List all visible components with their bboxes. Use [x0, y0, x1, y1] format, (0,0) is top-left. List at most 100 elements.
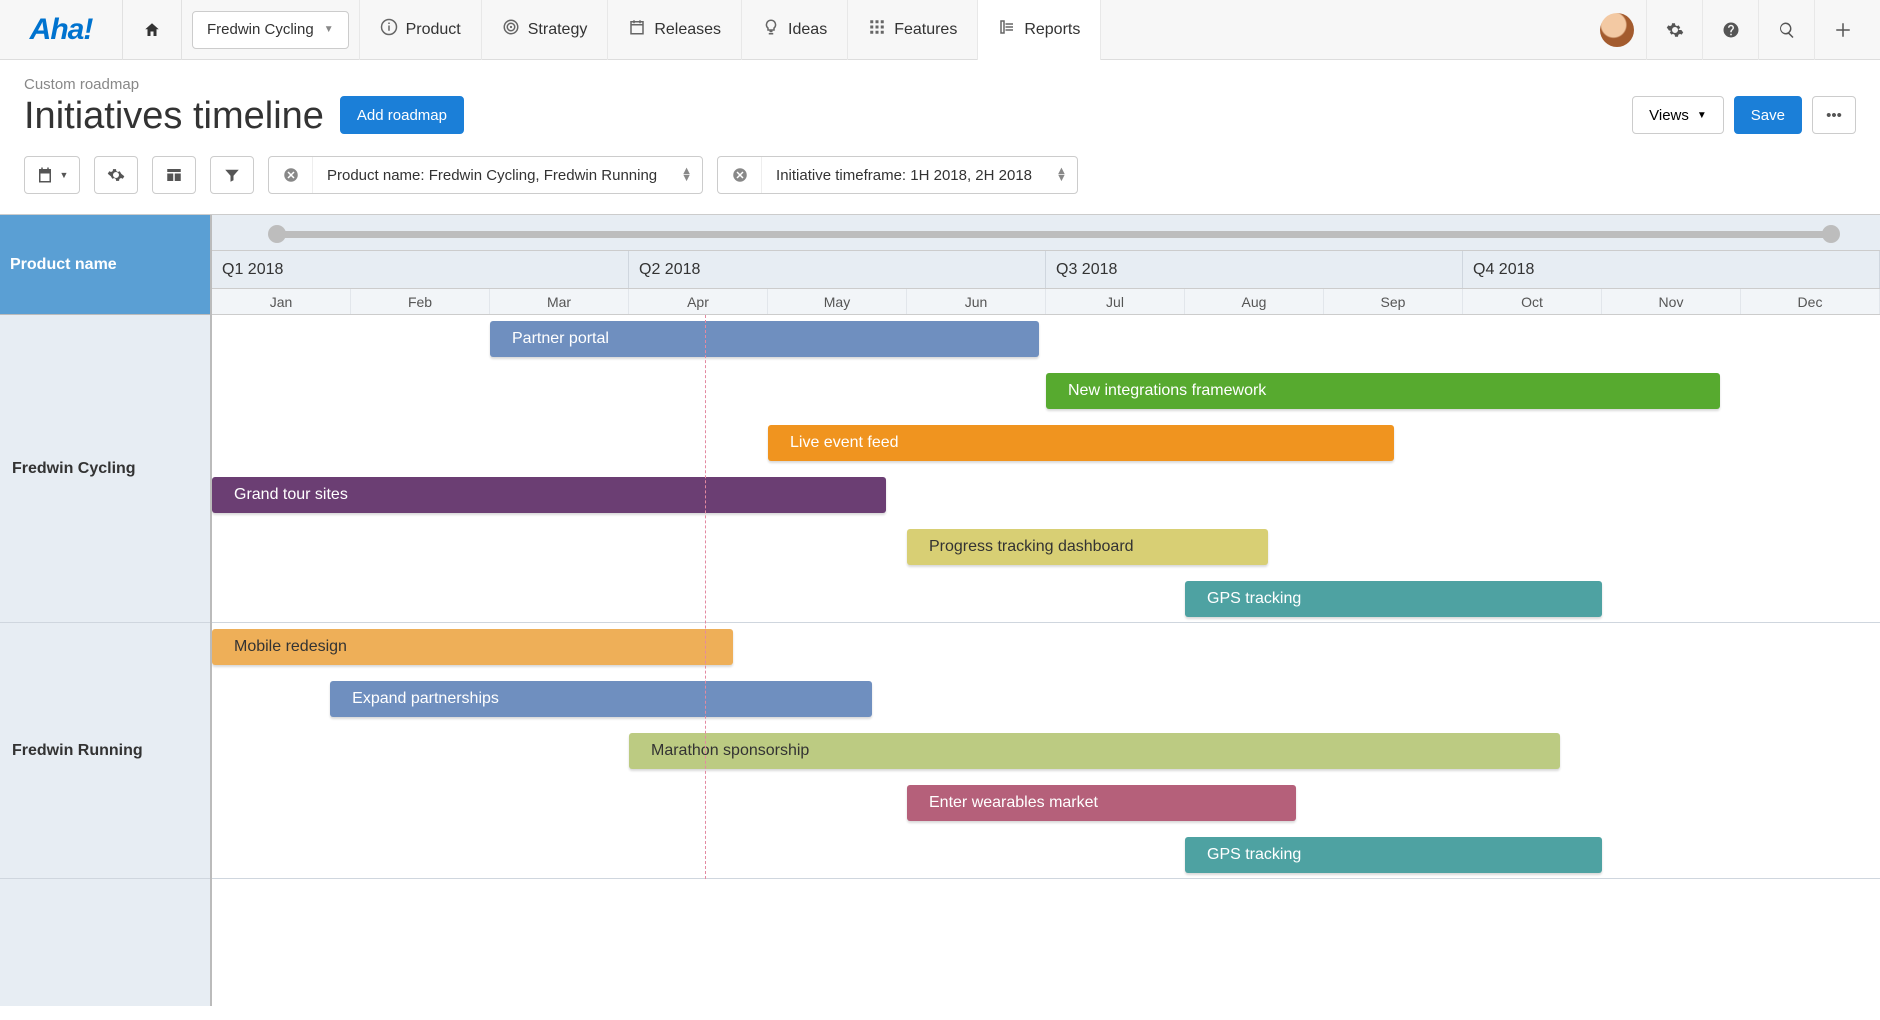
quarter-cell: Q3 2018: [1046, 251, 1463, 288]
slider-track-line: [272, 231, 1836, 238]
month-cell: Oct: [1463, 289, 1602, 314]
filter-timeframe-label: Initiative timeframe: 1H 2018, 2H 2018: [762, 167, 1046, 184]
right-nav: [1588, 0, 1880, 60]
filter-timeframe[interactable]: Initiative timeframe: 1H 2018, 2H 2018 ▲…: [717, 156, 1078, 194]
month-cell: Jan: [212, 289, 351, 314]
search-button[interactable]: [1758, 0, 1814, 60]
gantt-lane: Partner portalNew integrations framework…: [212, 315, 1880, 623]
gantt-bar[interactable]: Enter wearables market: [907, 785, 1296, 821]
month-cell: Dec: [1741, 289, 1880, 314]
product-selector[interactable]: Fredwin Cycling ▼: [192, 11, 349, 49]
timeline-left-column: Product name Fredwin CyclingFredwin Runn…: [0, 215, 212, 1006]
gantt-bar[interactable]: Grand tour sites: [212, 477, 886, 513]
views-button-label: Views: [1649, 107, 1689, 124]
close-circle-icon: [282, 166, 300, 184]
gantt-bar[interactable]: Mobile redesign: [212, 629, 733, 665]
ellipsis-icon: •••: [1826, 107, 1842, 124]
sort-arrows-icon: ▲▼: [1046, 168, 1077, 182]
toolbar: ▼ Product name: Fredwin Cycling, Fredwin…: [0, 152, 1880, 214]
timeline-left-header: Product name: [0, 215, 210, 315]
gantt-bar[interactable]: Live event feed: [768, 425, 1394, 461]
gantt-bar[interactable]: Expand partnerships: [330, 681, 872, 717]
month-cell: Mar: [490, 289, 629, 314]
gear-icon: [107, 166, 125, 184]
gantt-bar[interactable]: New integrations framework: [1046, 373, 1720, 409]
nav-label: Strategy: [528, 21, 588, 39]
nav-releases[interactable]: Releases: [607, 0, 741, 60]
nav-label: Releases: [654, 21, 721, 39]
filter-button[interactable]: [210, 156, 254, 194]
calendar-icon: [628, 18, 646, 41]
today-line: [705, 315, 706, 879]
filter-product[interactable]: Product name: Fredwin Cycling, Fredwin R…: [268, 156, 703, 194]
gantt-bar[interactable]: Marathon sponsorship: [629, 733, 1560, 769]
caret-down-icon: ▼: [1697, 110, 1707, 121]
report-icon: [998, 18, 1016, 41]
settings-button[interactable]: [1646, 0, 1702, 60]
nav-label: Reports: [1024, 21, 1080, 39]
month-cell: Jun: [907, 289, 1046, 314]
help-button[interactable]: [1702, 0, 1758, 60]
clear-filter-product[interactable]: [269, 157, 313, 193]
search-icon: [1778, 21, 1796, 39]
configure-button[interactable]: [94, 156, 138, 194]
product-row-label[interactable]: Fredwin Running: [0, 623, 210, 879]
quarter-cell: Q2 2018: [629, 251, 1046, 288]
nav-ideas[interactable]: Ideas: [741, 0, 847, 60]
product-row-label[interactable]: Fredwin Cycling: [0, 315, 210, 623]
page-header: Custom roadmap Initiatives timeline Add …: [0, 60, 1880, 152]
month-cell: May: [768, 289, 907, 314]
month-cell: Sep: [1324, 289, 1463, 314]
top-nav: Aha! Fredwin Cycling ▼ Product Strategy Re…: [0, 0, 1880, 60]
month-cell: Feb: [351, 289, 490, 314]
help-icon: [1722, 21, 1740, 39]
month-row: JanFebMarAprMayJunJulAugSepOctNovDec: [212, 289, 1880, 315]
caret-down-icon: ▼: [324, 24, 334, 35]
date-range-button[interactable]: ▼: [24, 156, 80, 194]
slider-handle-left[interactable]: [268, 225, 286, 243]
nav-label: Ideas: [788, 21, 827, 39]
home-icon: [143, 21, 161, 39]
layout-button[interactable]: [152, 156, 196, 194]
main-nav: Product Strategy Releases Ideas Features Repo…: [359, 0, 1102, 60]
gantt-bar[interactable]: Progress tracking dashboard: [907, 529, 1268, 565]
breadcrumb: Custom roadmap: [24, 76, 324, 93]
page-title: Initiatives timeline: [24, 95, 324, 138]
quarter-row: Q1 2018Q2 2018Q3 2018Q4 2018: [212, 251, 1880, 289]
caret-down-icon: ▼: [60, 170, 69, 180]
close-circle-icon: [731, 166, 749, 184]
slider-handle-right[interactable]: [1822, 225, 1840, 243]
clear-filter-timeframe[interactable]: [718, 157, 762, 193]
product-selector-label: Fredwin Cycling: [207, 21, 314, 38]
table-icon: [165, 166, 183, 184]
quarter-cell: Q4 2018: [1463, 251, 1880, 288]
gantt-bar[interactable]: Partner portal: [490, 321, 1039, 357]
save-button[interactable]: Save: [1734, 96, 1802, 134]
plus-icon: [1834, 21, 1852, 39]
nav-label: Product: [406, 21, 461, 39]
filter-product-label: Product name: Fredwin Cycling, Fredwin R…: [313, 167, 671, 184]
more-button[interactable]: •••: [1812, 96, 1856, 134]
add-button[interactable]: [1814, 0, 1870, 60]
gantt-bar[interactable]: GPS tracking: [1185, 837, 1602, 873]
zoom-slider[interactable]: [212, 215, 1880, 251]
nav-product[interactable]: Product: [359, 0, 481, 60]
calendar-icon: [36, 166, 54, 184]
add-roadmap-button[interactable]: Add roadmap: [340, 96, 464, 134]
gantt-bar[interactable]: GPS tracking: [1185, 581, 1602, 617]
home-button[interactable]: [122, 0, 182, 60]
gantt-lanes: Partner portalNew integrations framework…: [212, 315, 1880, 879]
avatar[interactable]: [1600, 13, 1634, 47]
info-icon: [380, 18, 398, 41]
nav-reports[interactable]: Reports: [977, 0, 1101, 60]
gantt-lane: Mobile redesign Expand partnerships Marath…: [212, 623, 1880, 879]
views-button[interactable]: Views ▼: [1632, 96, 1724, 134]
sort-arrows-icon: ▲▼: [671, 168, 702, 182]
nav-strategy[interactable]: Strategy: [481, 0, 608, 60]
nav-features[interactable]: Features: [847, 0, 977, 60]
bulb-icon: [762, 18, 780, 41]
grid-icon: [868, 18, 886, 41]
brand-logo[interactable]: Aha!: [0, 13, 122, 47]
target-icon: [502, 18, 520, 41]
quarter-cell: Q1 2018: [212, 251, 629, 288]
